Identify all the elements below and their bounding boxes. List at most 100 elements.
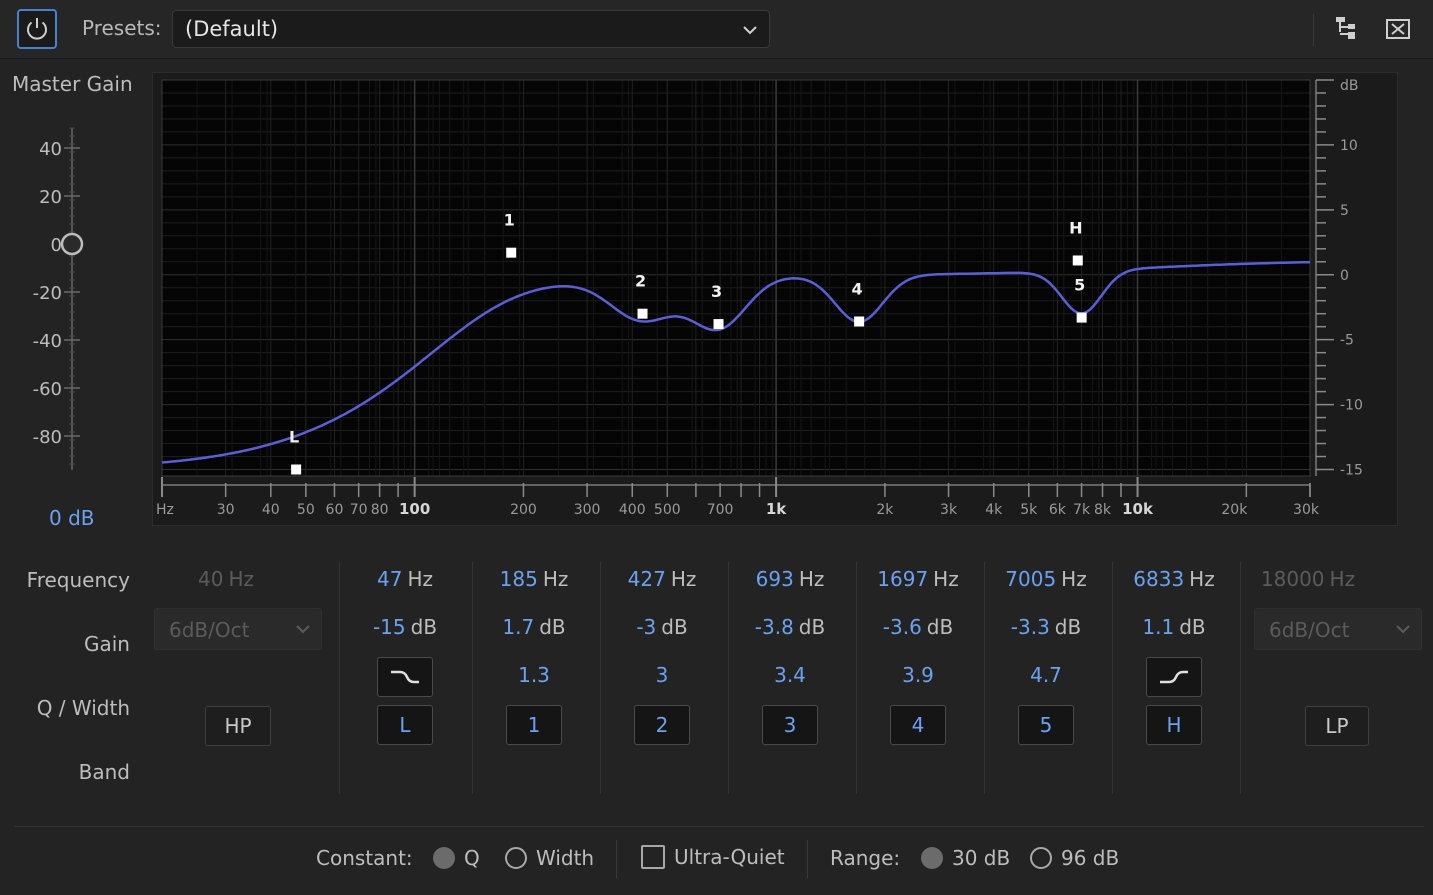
band-H-gain[interactable]: 1.1 dB [1114,615,1234,639]
chevron-down-icon [743,26,757,35]
constant-label: Constant: [316,846,413,870]
band-2-button[interactable]: 2 [634,705,690,745]
freq-axis-label: 30 [217,502,235,518]
master-gain-slider[interactable]: 40 20 0 -20 -40 -60 -80 [0,110,150,490]
band-L-gain[interactable]: -15 dB [345,615,465,639]
range-96db-label[interactable]: 96 dB [1061,846,1119,870]
master-gain-tick: -20 [33,283,62,304]
band-5-gain[interactable]: -3.3 dB [986,615,1106,639]
freq-axis-label: 4k [985,502,1003,518]
freq-axis-label: 30k [1293,502,1320,518]
freq-axis-label: 5k [1020,502,1038,518]
freq-axis-label: 300 [574,502,601,518]
presets-dropdown[interactable]: (Default) [172,10,770,48]
db-axis-label: -5 [1340,333,1354,349]
constant-width-radio[interactable] [505,847,527,869]
band-3-frequency[interactable]: 693 Hz [730,567,850,591]
freq-axis-label: 60 [326,502,344,518]
master-gain-tick: 20 [39,187,62,208]
freq-axis-label: 50 [297,502,315,518]
ultra-quiet-checkbox[interactable] [641,845,665,869]
footer-divider [616,840,617,878]
band-4-button[interactable]: 4 [890,705,946,745]
constant-q-label[interactable]: Q [464,846,480,870]
band-H-frequency[interactable]: 6833 Hz [1114,567,1234,591]
routing-icon[interactable] [1333,14,1361,42]
range-label: Range: [830,846,901,870]
band-4-marker-label: 4 [852,279,863,298]
band-5-button[interactable]: 5 [1018,705,1074,745]
band-2-q[interactable]: 3 [602,663,722,687]
master-gain-value[interactable]: 0 dB [49,506,95,530]
footer-divider [14,826,1424,827]
freq-axis-label: 40 [262,502,280,518]
band-1-handle[interactable] [506,247,517,258]
master-gain-tick: -60 [33,379,62,400]
high-shelf-button[interactable] [1146,657,1202,697]
band-L-marker-label: L [289,428,299,447]
band-4-q[interactable]: 3.9 [858,663,978,687]
db-axis-label: -15 [1340,463,1363,479]
chevron-down-icon [1396,625,1410,634]
freq-axis-label: 2k [876,502,894,518]
band-2-gain[interactable]: -3 dB [602,615,722,639]
band-5-marker-label: 5 [1074,276,1085,295]
band-H-button[interactable]: H [1146,705,1202,745]
band-3-gain[interactable]: -3.8 dB [730,615,850,639]
q-width-row-label: Q / Width [36,696,130,720]
band-row-label: Band [78,760,130,784]
column-divider [856,562,857,794]
low-shelf-button[interactable] [377,657,433,697]
constant-q-radio[interactable] [433,847,455,869]
band-5-handle[interactable] [1076,312,1087,323]
range-96db-radio[interactable] [1030,847,1052,869]
hp-toggle-button[interactable]: HP [205,706,271,746]
lp-frequency[interactable]: 18000 Hz [1248,567,1368,591]
band-L-button[interactable]: L [377,705,433,745]
toolbar-divider [1313,14,1314,46]
freq-axis-label: 20k [1221,502,1248,518]
column-divider [1112,562,1113,794]
band-2-marker-label: 2 [635,272,646,291]
gain-row-label: Gain [84,632,130,656]
band-1-frequency[interactable]: 185 Hz [474,567,594,591]
close-panel-icon[interactable] [1385,17,1411,41]
column-divider [339,562,340,794]
hp-frequency[interactable]: 40 Hz [166,567,286,591]
band-5-frequency[interactable]: 7005 Hz [986,567,1106,591]
eq-graph[interactable]: Hz 30 40 50 60 70 80 100 200 300 400 500 700 1k 2k 3k 4k… [152,72,1398,526]
power-button[interactable] [17,9,57,49]
band-1-gain[interactable]: 1.7 dB [474,615,594,639]
column-divider [1240,562,1241,794]
power-icon [27,18,47,40]
column-divider [600,562,601,794]
range-30db-label[interactable]: 30 dB [952,846,1010,870]
presets-label: Presets: [82,16,162,40]
band-H-handle[interactable] [1072,255,1083,266]
constant-width-label[interactable]: Width [536,846,594,870]
lp-toggle-button[interactable]: LP [1305,706,1369,746]
band-3-button[interactable]: 3 [762,705,818,745]
band-5-q[interactable]: 4.7 [986,663,1106,687]
band-2-handle[interactable] [637,308,648,319]
band-1-q[interactable]: 1.3 [474,663,594,687]
band-3-q[interactable]: 3.4 [730,663,850,687]
lp-slope-dropdown[interactable]: 6dB/Oct [1254,608,1422,650]
hp-slope-value: 6dB/Oct [169,618,250,642]
band-4-gain[interactable]: -3.6 dB [858,615,978,639]
freq-axis-label: 70 [350,502,368,518]
master-gain-tick: 0 [51,235,62,256]
band-4-handle[interactable] [854,316,865,327]
hp-slope-dropdown[interactable]: 6dB/Oct [154,608,322,650]
band-L-frequency[interactable]: 47 Hz [345,567,465,591]
master-gain-knob[interactable] [60,232,84,256]
ultra-quiet-label[interactable]: Ultra-Quiet [674,845,785,869]
freq-axis-label: 400 [619,502,646,518]
band-4-frequency[interactable]: 1697 Hz [858,567,978,591]
range-30db-radio[interactable] [921,847,943,869]
band-1-button[interactable]: 1 [506,705,562,745]
band-2-frequency[interactable]: 427 Hz [602,567,722,591]
band-L-handle[interactable] [291,464,302,475]
band-3-handle[interactable] [713,319,724,330]
band-3-marker-label: 3 [711,282,722,301]
